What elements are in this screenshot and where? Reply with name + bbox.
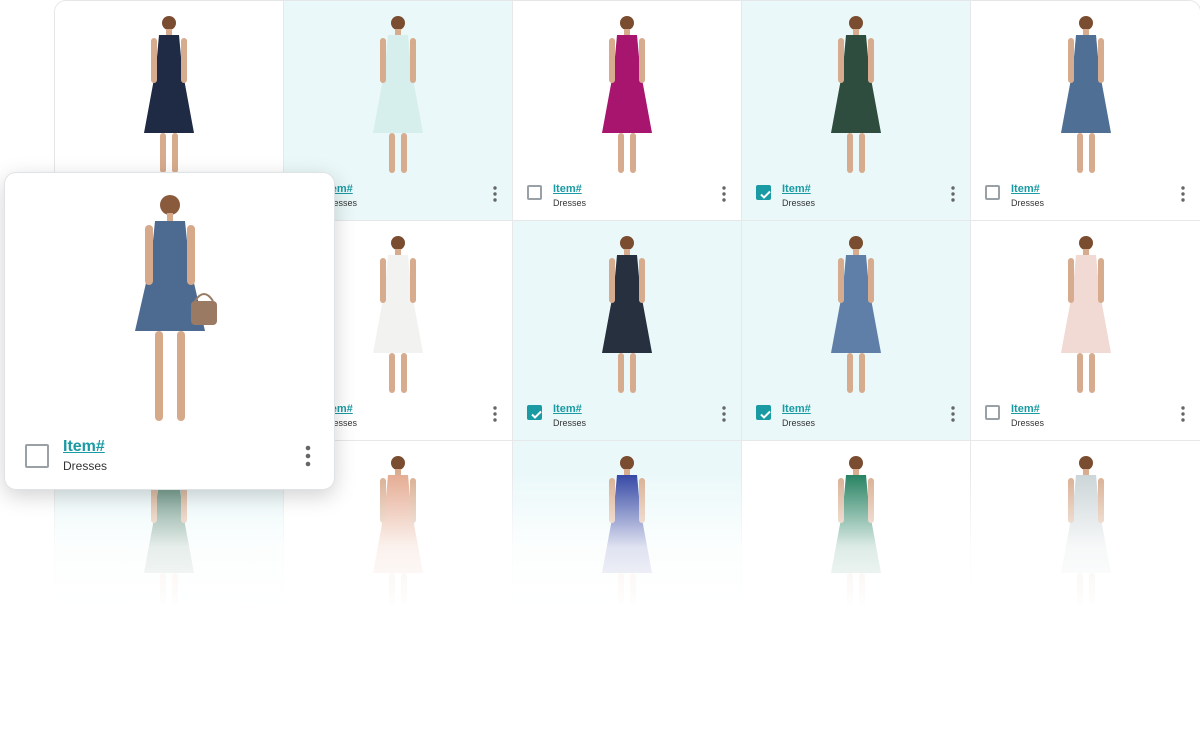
product-card[interactable]: Item# Dresses: [742, 221, 971, 441]
dress-image: [831, 16, 881, 173]
item-category: Dresses: [782, 418, 816, 428]
more-vert-icon[interactable]: [492, 406, 498, 422]
product-card[interactable]: Item# Dresses: [513, 221, 742, 441]
dress-image: [602, 456, 652, 605]
item-link[interactable]: Item#: [553, 183, 582, 195]
item-link[interactable]: Item#: [782, 183, 811, 195]
dress-image: [831, 456, 881, 605]
more-vert-icon[interactable]: [950, 186, 956, 202]
select-checkbox[interactable]: [756, 185, 771, 200]
check-icon: [760, 190, 771, 199]
card-footer: Item# Dresses: [513, 396, 741, 440]
popout-product-card[interactable]: Item# Dresses: [4, 172, 335, 490]
select-checkbox[interactable]: [985, 185, 1000, 200]
card-footer: Item# Dresses: [742, 396, 970, 440]
dress-image: [1060, 236, 1111, 393]
dress-image: [602, 16, 652, 173]
item-link[interactable]: Item#: [782, 403, 811, 415]
product-card[interactable]: Item# Dresses: [971, 1, 1200, 221]
product-card[interactable]: [971, 441, 1200, 606]
item-link[interactable]: Item#: [553, 403, 582, 415]
item-category: Dresses: [782, 198, 816, 208]
dress-image: [134, 195, 217, 421]
item-category: Dresses: [1011, 198, 1045, 208]
more-vert-icon[interactable]: [492, 186, 498, 202]
dress-image: [602, 236, 652, 393]
more-vert-icon[interactable]: [721, 406, 727, 422]
select-checkbox[interactable]: [985, 405, 1000, 420]
dress-image: [831, 236, 881, 393]
dress-image: [373, 16, 423, 173]
card-footer: Item# Dresses: [971, 396, 1200, 440]
dress-image: [373, 456, 423, 605]
select-checkbox[interactable]: [527, 185, 542, 200]
popout-checkbox[interactable]: [25, 444, 49, 468]
dress-image: [144, 16, 194, 173]
card-footer: Item# Dresses: [742, 176, 970, 220]
more-vert-icon[interactable]: [1180, 406, 1186, 422]
item-category: Dresses: [553, 418, 587, 428]
select-checkbox[interactable]: [527, 405, 542, 420]
check-icon: [531, 410, 542, 419]
item-category: Dresses: [1011, 418, 1045, 428]
item-link[interactable]: Item#: [1011, 183, 1040, 195]
popout-item-category: Dresses: [63, 459, 108, 473]
check-icon: [760, 410, 771, 419]
more-vert-icon[interactable]: [304, 445, 312, 467]
product-card[interactable]: Item# Dresses: [742, 1, 971, 221]
dress-image: [1060, 456, 1111, 605]
more-vert-icon[interactable]: [721, 186, 727, 202]
product-card[interactable]: Item# Dresses: [513, 1, 742, 221]
item-category: Dresses: [553, 198, 587, 208]
dress-image: [373, 236, 423, 393]
more-vert-icon[interactable]: [1180, 186, 1186, 202]
dress-image: [1060, 16, 1111, 173]
more-vert-icon[interactable]: [950, 406, 956, 422]
item-link[interactable]: Item#: [1011, 403, 1040, 415]
card-footer: Item# Dresses: [971, 176, 1200, 220]
product-card[interactable]: [513, 441, 742, 606]
card-footer: Item# Dresses: [513, 176, 741, 220]
product-card[interactable]: Item# Dresses: [971, 221, 1200, 441]
popout-item-link[interactable]: Item#: [63, 438, 105, 456]
select-checkbox[interactable]: [756, 405, 771, 420]
product-card[interactable]: [742, 441, 971, 606]
